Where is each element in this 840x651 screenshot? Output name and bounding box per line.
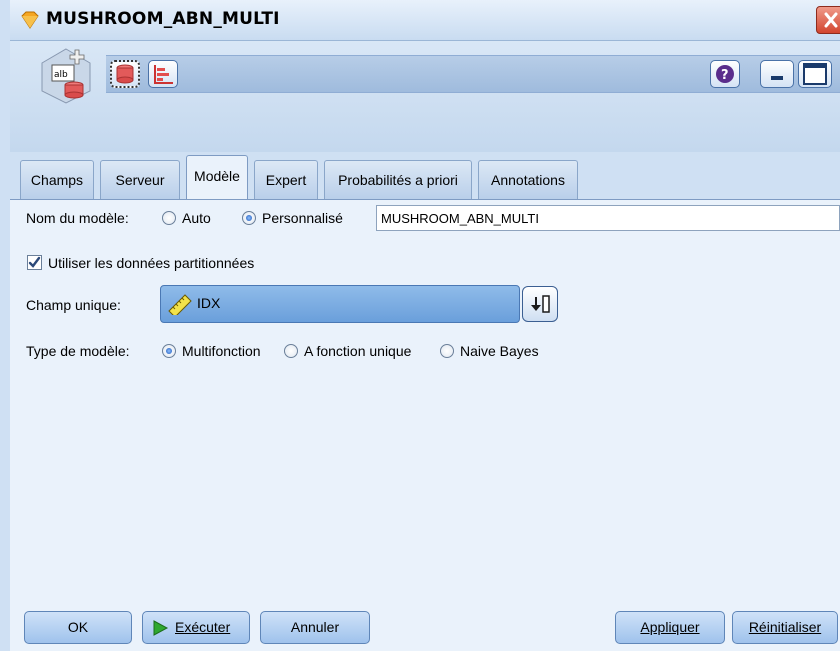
close-icon: [824, 12, 838, 28]
model-type-label: Type de modèle:: [26, 343, 130, 359]
ok-button[interactable]: OK: [24, 611, 132, 644]
title-bar: MUSHROOM_ABN_MULTI: [10, 0, 840, 41]
help-icon: ?: [716, 65, 734, 83]
dialog-window: MUSHROOM_ABN_MULTI alb ? Champs Serveur …: [10, 0, 840, 651]
ruler-icon: [168, 294, 192, 315]
reset-label: Réinitialiser: [748, 619, 822, 635]
name-auto-label: Auto: [182, 210, 211, 226]
maximize-button[interactable]: [798, 60, 832, 88]
apply-label: Appliquer: [640, 619, 700, 635]
apply-button[interactable]: Appliquer: [615, 611, 725, 644]
tab-label: Champs: [30, 172, 84, 188]
svg-text:?: ?: [721, 68, 729, 83]
model-name-label: Nom du modèle:: [26, 210, 129, 226]
diamond-node-icon: [21, 11, 39, 29]
name-custom-label: Personnalisé: [262, 210, 343, 226]
unique-field-value: IDX: [197, 295, 221, 311]
tab-label: Modèle: [194, 168, 240, 184]
database-icon: [116, 64, 134, 84]
use-partitioned-data-label: Utiliser les données partitionnées: [48, 255, 255, 271]
run-button[interactable]: Exécuter: [142, 611, 250, 644]
chart-icon: [154, 65, 173, 84]
chart-toolbar-button[interactable]: [148, 60, 178, 88]
type-single-function-label: A fonction unique: [304, 343, 412, 359]
tab-serveur[interactable]: Serveur: [100, 160, 180, 199]
tab-label: Serveur: [115, 172, 165, 188]
name-auto-radio[interactable]: [162, 211, 176, 225]
cancel-label: Annuler: [290, 619, 340, 635]
type-multifonction-radio[interactable]: [162, 344, 176, 358]
close-button[interactable]: [816, 6, 840, 34]
minimize-icon: [771, 76, 783, 80]
window-title: MUSHROOM_ABN_MULTI: [46, 9, 280, 29]
use-partitioned-data-checkbox[interactable]: [27, 255, 42, 270]
unique-field-selector[interactable]: IDX: [160, 285, 520, 323]
cancel-button[interactable]: Annuler: [260, 611, 370, 644]
unique-field-label: Champ unique:: [26, 297, 121, 313]
database-toolbar-button[interactable]: [110, 60, 140, 88]
checkmark-icon: [28, 256, 41, 268]
tab-label: Expert: [265, 172, 307, 188]
minimize-button[interactable]: [760, 60, 794, 88]
type-naive-bayes-radio[interactable]: [440, 344, 454, 358]
model-name-input[interactable]: [376, 205, 840, 231]
play-icon: [153, 620, 169, 636]
tab-modele[interactable]: Modèle: [186, 155, 248, 199]
ok-label: OK: [67, 619, 89, 635]
help-button[interactable]: ?: [710, 60, 740, 88]
maximize-icon: [803, 63, 827, 85]
field-picker-icon: [531, 295, 550, 313]
toolbar-area: alb ?: [10, 41, 840, 152]
tab-champs[interactable]: Champs: [20, 160, 94, 199]
field-picker-button[interactable]: [522, 286, 558, 322]
tab-probabilites[interactable]: Probabilités a priori: [324, 160, 472, 199]
type-naive-bayes-label: Naive Bayes: [460, 343, 539, 359]
svg-text:alb: alb: [54, 70, 68, 80]
tab-expert[interactable]: Expert: [254, 160, 318, 199]
name-custom-radio[interactable]: [242, 211, 256, 225]
tab-label: Probabilités a priori: [338, 172, 458, 188]
reset-button[interactable]: Réinitialiser: [732, 611, 838, 644]
run-label: Exécuter: [175, 619, 231, 635]
type-single-function-radio[interactable]: [284, 344, 298, 358]
type-multifonction-label: Multifonction: [182, 343, 261, 359]
tab-label: Annotations: [491, 172, 565, 188]
model-node-icon: alb: [41, 48, 91, 104]
tab-annotations[interactable]: Annotations: [478, 160, 578, 199]
